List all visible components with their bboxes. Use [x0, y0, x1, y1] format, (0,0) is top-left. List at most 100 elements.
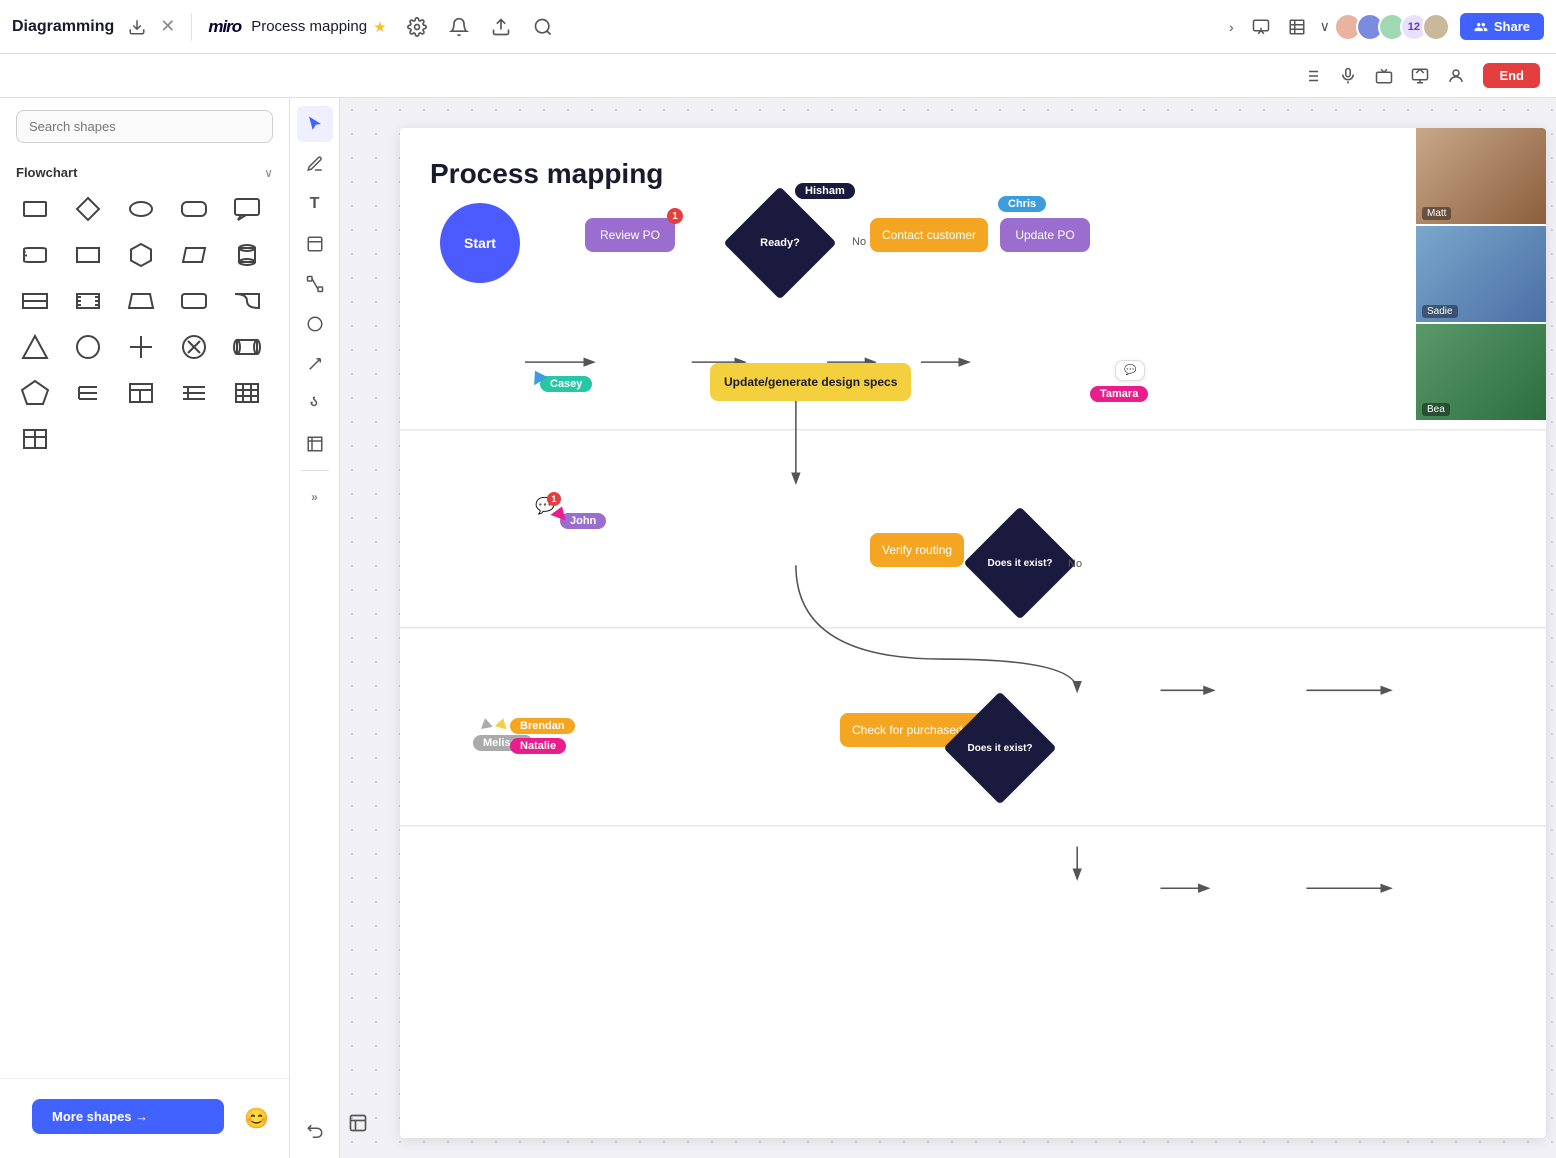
- frame-button[interactable]: [297, 426, 333, 462]
- verify-routing-node[interactable]: Verify routing: [870, 533, 964, 567]
- video-tile-sadie: Sadie: [1416, 226, 1546, 322]
- no-label-1: No: [852, 236, 866, 248]
- shape-triangle[interactable]: [16, 328, 54, 366]
- contact-customer-node[interactable]: Contact customer: [870, 218, 988, 252]
- shape-nested-list[interactable]: [122, 374, 160, 412]
- close-panel-button[interactable]: ✕: [160, 16, 175, 37]
- line-tool-button[interactable]: [297, 346, 333, 382]
- upload-button[interactable]: [487, 13, 515, 41]
- notifications-button[interactable]: [445, 13, 473, 41]
- export-button[interactable]: [124, 14, 150, 40]
- update-design-node[interactable]: Update/generate design specs: [710, 363, 911, 401]
- shape-plus[interactable]: [122, 328, 160, 366]
- tamara-label: Tamara: [1090, 386, 1148, 402]
- brendan-label: Brendan: [510, 718, 575, 734]
- present-button[interactable]: [1248, 14, 1274, 40]
- app-title: Diagramming: [12, 18, 114, 36]
- shape-tree-list[interactable]: [175, 374, 213, 412]
- shapes-grid: [16, 190, 273, 458]
- search-button[interactable]: [529, 13, 557, 41]
- start-node[interactable]: Start: [440, 203, 520, 283]
- microphone-button[interactable]: [1339, 67, 1357, 85]
- shape-pentagon[interactable]: [16, 374, 54, 412]
- back-button[interactable]: ›: [1225, 15, 1238, 39]
- shape-half-round[interactable]: [228, 282, 266, 320]
- shape-hexagon[interactable]: [122, 236, 160, 274]
- flowchart-arrows: [400, 128, 1546, 1138]
- chris-label: Chris: [998, 196, 1046, 212]
- more-tools-button[interactable]: »: [297, 479, 333, 515]
- flowchart-section-header[interactable]: Flowchart ∨: [16, 165, 273, 180]
- shapes-section: Flowchart ∨: [0, 155, 289, 1078]
- star-icon[interactable]: ★: [373, 18, 386, 36]
- does-exist-1-text: Does it exist?: [980, 523, 1060, 603]
- natalie-label: Natalie: [510, 738, 566, 754]
- video-tile-matt: Matt: [1416, 128, 1546, 224]
- board-frame: Process mapping: [400, 128, 1546, 1138]
- shape-bracket-list[interactable]: [69, 374, 107, 412]
- shape-table[interactable]: [228, 374, 266, 412]
- screen-share-button[interactable]: [1411, 67, 1429, 85]
- settings-button[interactable]: [403, 13, 431, 41]
- table-button[interactable]: [1284, 14, 1310, 40]
- shape-trapezoid[interactable]: [122, 282, 160, 320]
- notification-badge: 1: [667, 208, 683, 224]
- pointer-tools-button[interactable]: [1303, 67, 1321, 85]
- more-shapes-button[interactable]: More shapes →: [32, 1099, 224, 1134]
- board-title: Process mapping ★: [251, 18, 386, 36]
- person-button[interactable]: [1447, 67, 1465, 85]
- second-toolbar: End: [0, 54, 1556, 98]
- casey-label: Casey: [540, 376, 592, 392]
- text-tool-button[interactable]: T: [297, 186, 333, 222]
- shape-cylinder[interactable]: [228, 236, 266, 274]
- layout-toggle-button[interactable]: [348, 1113, 368, 1138]
- review-po-node[interactable]: Review PO 1: [585, 218, 675, 252]
- canvas-area[interactable]: Process mapping: [340, 98, 1556, 1158]
- shape-filmstrip[interactable]: [69, 282, 107, 320]
- shape-double-bar[interactable]: [16, 282, 54, 320]
- does-exist-1-wrapper: Does it exist?: [980, 523, 1060, 603]
- video-panel: Matt Sadie Bea: [1416, 128, 1546, 420]
- share-button[interactable]: Share: [1460, 13, 1544, 40]
- left-panel: Flowchart ∨: [0, 98, 290, 1158]
- shape-stadium[interactable]: [228, 328, 266, 366]
- update-po-node[interactable]: Update PO: [1000, 218, 1090, 252]
- shape-curved-rect[interactable]: [16, 236, 54, 274]
- shape-table-simple[interactable]: [16, 420, 54, 458]
- handwriting-button[interactable]: [297, 386, 333, 422]
- connector-tool-button[interactable]: [297, 266, 333, 302]
- cursor-tool-button[interactable]: [297, 106, 333, 142]
- main-area: Flowchart ∨: [0, 98, 1556, 1158]
- section-label: Flowchart: [16, 165, 77, 180]
- no-label-2: No: [1068, 558, 1082, 570]
- top-bar: Diagramming ✕ miro Process mapping ★ › ∨: [0, 0, 1556, 54]
- shape-circle[interactable]: [69, 328, 107, 366]
- chevron-down-icon: ∨: [264, 166, 273, 180]
- search-input[interactable]: [16, 110, 273, 143]
- toolbar-divider: [301, 470, 329, 471]
- shapes-tool-button[interactable]: [297, 306, 333, 342]
- emoji-button[interactable]: 😊: [240, 1102, 273, 1135]
- shape-rounded-corners[interactable]: [175, 282, 213, 320]
- cursor-group: [480, 718, 508, 728]
- ready-diamond-text: Ready?: [740, 203, 820, 283]
- end-button[interactable]: End: [1483, 63, 1540, 88]
- shape-rounded-rect[interactable]: [175, 190, 213, 228]
- shape-oval[interactable]: [122, 190, 160, 228]
- camera-button[interactable]: [1375, 67, 1393, 85]
- miro-logo: miro: [208, 17, 241, 37]
- shape-parallelogram[interactable]: [175, 236, 213, 274]
- shape-rectangle[interactable]: [16, 190, 54, 228]
- hisham-label: Hisham: [795, 183, 855, 199]
- more-options-button[interactable]: ∨: [1320, 18, 1330, 35]
- avatar-me: [1422, 13, 1450, 41]
- does-exist-2-text: Does it exist?: [960, 708, 1040, 788]
- shape-diamond[interactable]: [69, 190, 107, 228]
- undo-button[interactable]: [297, 1114, 333, 1150]
- shape-rect-simple[interactable]: [69, 236, 107, 274]
- shape-x-circle[interactable]: [175, 328, 213, 366]
- avatars-group: 12: [1340, 13, 1450, 41]
- note-tool-button[interactable]: [297, 226, 333, 262]
- pen-tool-button[interactable]: [297, 146, 333, 182]
- shape-callout[interactable]: [228, 190, 266, 228]
